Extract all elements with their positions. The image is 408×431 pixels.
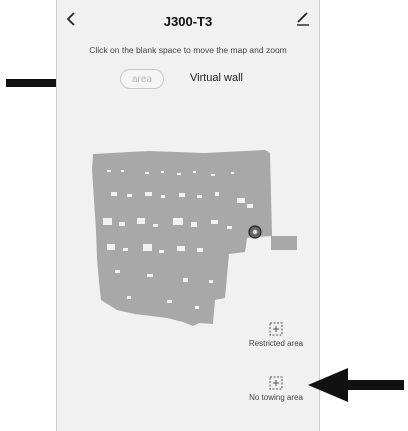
page-title: J300-T3 xyxy=(163,14,213,29)
annotation-arrow-right-icon xyxy=(308,368,404,402)
map-floor-area xyxy=(92,150,297,326)
edit-button[interactable] xyxy=(295,10,311,26)
floor-map[interactable] xyxy=(87,140,297,340)
restricted-area-icon xyxy=(269,322,283,336)
area-mode-button[interactable]: area xyxy=(120,69,164,89)
phone-screen: J300-T3 Click on the blank space to move… xyxy=(56,0,320,431)
no-towing-area-icon xyxy=(269,376,283,390)
restricted-area-label: Restricted area xyxy=(248,339,304,348)
header: J300-T3 xyxy=(57,0,319,38)
pencil-icon xyxy=(297,12,309,26)
virtual-wall-mode-button[interactable]: Virtual wall xyxy=(190,72,243,84)
robot-position-icon xyxy=(248,225,262,239)
map-hint-text: Click on the blank space to move the map… xyxy=(89,45,287,55)
restricted-area-button[interactable]: Restricted area xyxy=(233,322,319,348)
